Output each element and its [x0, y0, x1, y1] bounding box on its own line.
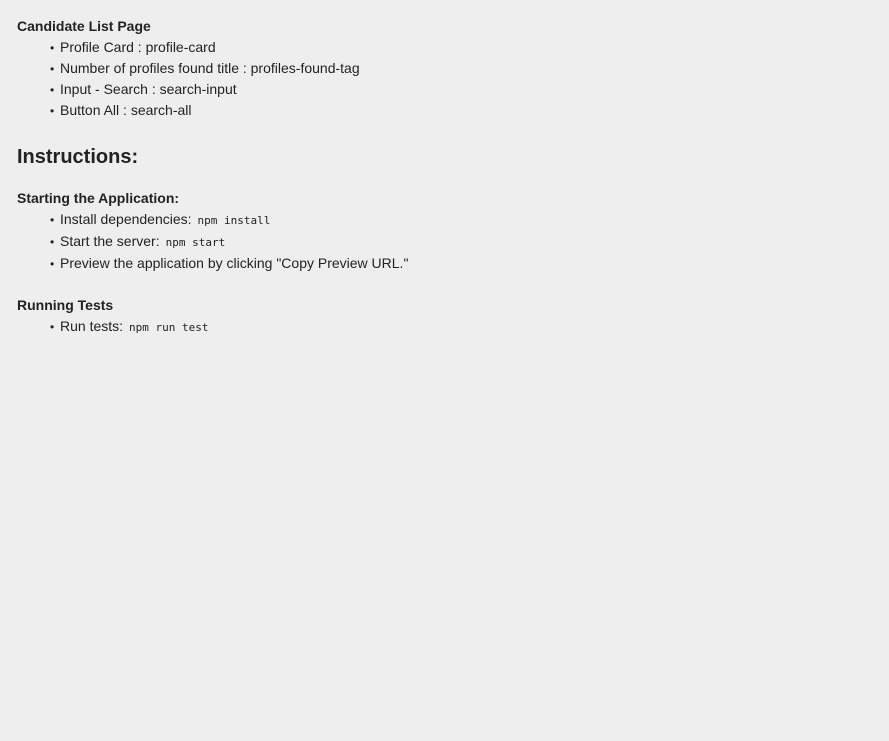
code-snippet: npm run test	[129, 321, 209, 334]
bullet-icon: •	[50, 41, 55, 55]
instructions-heading: Instructions:	[17, 146, 139, 168]
bullet-icon: •	[50, 104, 55, 118]
list-item: • Preview the application by clicking "Co…	[50, 253, 877, 274]
starting-application-heading: Starting the Application:	[17, 190, 180, 206]
bullet-icon: •	[50, 257, 55, 271]
list-item: • Input - Search : search-input	[50, 79, 877, 100]
running-tests-items: • Run tests: npm run test	[17, 316, 877, 338]
bullet-icon: •	[50, 320, 55, 334]
list-item: • Profile Card : profile-card	[50, 37, 877, 58]
list-item: • Install dependencies: npm install	[50, 209, 877, 231]
candidate-list-items: • Profile Card : profile-card • Number of …	[17, 37, 877, 121]
list-item: • Start the server: npm start	[50, 231, 877, 253]
candidate-list-heading: Candidate List Page	[17, 18, 151, 34]
list-item-text: Run tests:	[60, 318, 124, 334]
starting-application-items: • Install dependencies: npm install • Start…	[17, 209, 877, 274]
list-item: • Number of profiles found title : profil…	[50, 58, 877, 79]
list-item-text: Profile Card : profile-card	[60, 39, 216, 55]
list-item-text: Install dependencies:	[60, 211, 192, 227]
bullet-icon: •	[50, 62, 55, 76]
list-item: • Button All : search-all	[50, 100, 877, 121]
bullet-icon: •	[50, 235, 55, 249]
code-snippet: npm start	[165, 236, 226, 249]
list-item-text: Number of profiles found title : profile…	[60, 60, 360, 76]
list-item-text: Preview the application by clicking "Cop…	[60, 255, 409, 271]
readme-document: Candidate List Page • Profile Card : prof…	[17, 18, 877, 338]
bullet-icon: •	[50, 83, 55, 97]
list-item-text: Button All : search-all	[60, 102, 192, 118]
list-item-text: Input - Search : search-input	[60, 81, 237, 97]
bullet-icon: •	[50, 213, 55, 227]
code-snippet: npm install	[197, 214, 271, 227]
list-item-text: Start the server:	[60, 233, 160, 249]
running-tests-heading: Running Tests	[17, 297, 114, 313]
list-item: • Run tests: npm run test	[50, 316, 877, 338]
